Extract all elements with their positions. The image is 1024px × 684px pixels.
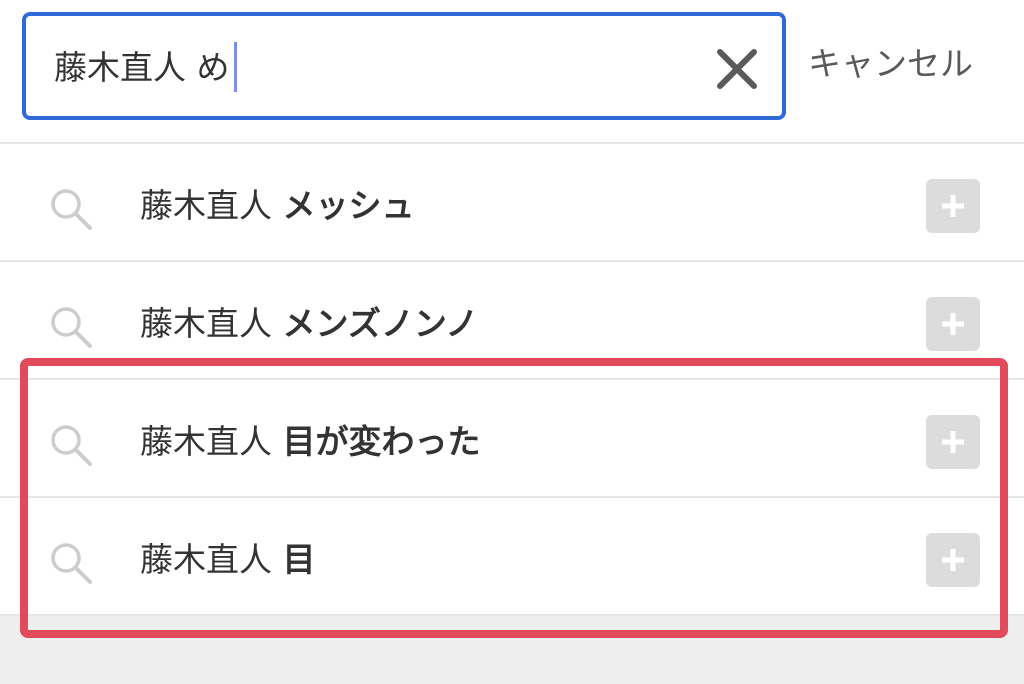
- suggestion-label: 藤木直人 メンズノンノ: [140, 302, 478, 346]
- suggestion-suffix: メンズノンノ: [282, 304, 479, 343]
- search-header: 藤木直人 め キャンセル: [0, 0, 1024, 144]
- search-icon: [51, 307, 92, 348]
- suggestion-item[interactable]: 藤木直人 メンズノンノ: [0, 262, 1024, 380]
- clear-search-button[interactable]: [712, 44, 762, 94]
- suggestion-prefix: 藤木直人: [140, 186, 283, 225]
- suggestion-prefix: 藤木直人: [140, 422, 283, 461]
- list-footer-background: [0, 616, 1024, 684]
- suggestion-suffix: 目: [282, 540, 316, 579]
- suggestion-suffix: メッシュ: [282, 186, 415, 225]
- close-icon: [717, 49, 757, 89]
- search-icon: [51, 425, 92, 466]
- cancel-button[interactable]: キャンセル: [808, 42, 973, 86]
- suggestion-label: 藤木直人 目が変わった: [140, 420, 481, 464]
- plus-icon: [942, 313, 964, 335]
- plus-icon: [942, 431, 964, 453]
- suggestion-label: 藤木直人 メッシュ: [140, 184, 415, 228]
- search-icon: [51, 543, 92, 584]
- plus-icon: [942, 549, 964, 571]
- suggestion-prefix: 藤木直人: [140, 304, 283, 343]
- suggestion-list: 藤木直人 メッシュ 藤木直人 メンズノンノ 藤木直人 目が変わった 藤木直人 目: [0, 144, 1024, 616]
- fill-query-button[interactable]: [926, 179, 980, 233]
- suggestion-item[interactable]: 藤木直人 メッシュ: [0, 144, 1024, 262]
- plus-icon: [942, 195, 964, 217]
- suggestion-suffix: 目が変わった: [282, 422, 481, 461]
- suggestion-item[interactable]: 藤木直人 目: [0, 498, 1024, 616]
- fill-query-button[interactable]: [926, 415, 980, 469]
- suggestion-label: 藤木直人 目: [140, 538, 316, 582]
- suggestion-item[interactable]: 藤木直人 目が変わった: [0, 380, 1024, 498]
- search-input[interactable]: 藤木直人 め: [22, 12, 786, 120]
- fill-query-button[interactable]: [926, 533, 980, 587]
- search-query-text[interactable]: 藤木直人 め: [54, 46, 230, 90]
- fill-query-button[interactable]: [926, 297, 980, 351]
- text-caret: [234, 42, 237, 92]
- suggestion-prefix: 藤木直人: [140, 540, 283, 579]
- search-icon: [51, 189, 92, 230]
